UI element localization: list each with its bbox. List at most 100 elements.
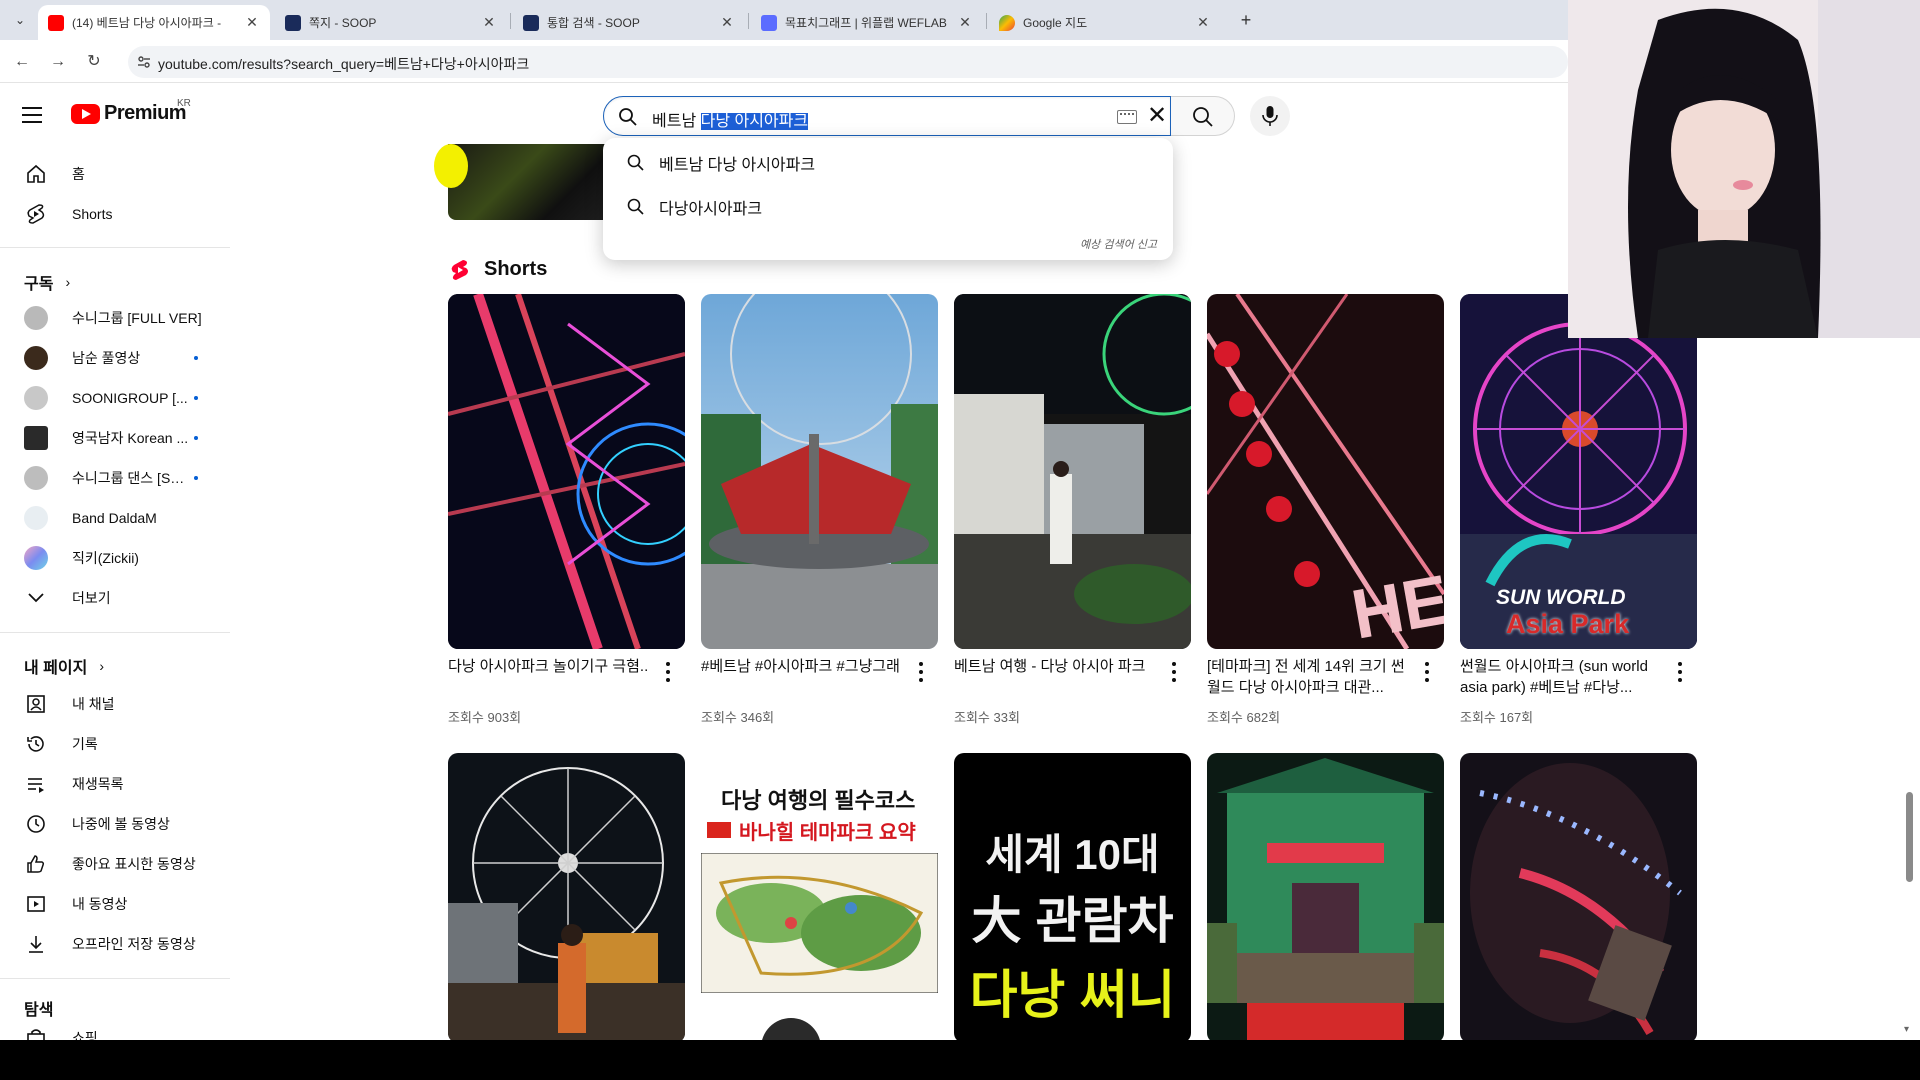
youtube-logo[interactable]: Premium	[71, 102, 187, 125]
clear-search-button[interactable]: ✕	[1144, 103, 1170, 129]
sidebar-item-shopping[interactable]: 쇼핑	[12, 1018, 218, 1040]
sidebar-subscription[interactable]: 직키(Zickii)	[12, 538, 218, 578]
address-bar[interactable]: youtube.com/results?search_query=베트남+다낭+…	[128, 46, 1568, 78]
sidebar-item-shorts[interactable]: Shorts	[12, 194, 218, 234]
site-settings-icon[interactable]	[136, 54, 152, 70]
home-icon	[24, 162, 48, 186]
more-options-icon[interactable]	[1672, 662, 1688, 682]
sidebar-subscription[interactable]: Band DaldaM	[12, 498, 218, 538]
download-icon	[24, 932, 48, 956]
sidebar-subscription[interactable]: 남순 풀영상	[12, 338, 218, 378]
short-card[interactable]	[1207, 753, 1444, 1040]
short-card[interactable]: #베트남 #아시아파크 #그냥그래 조회수 346회	[701, 294, 938, 725]
search-button[interactable]	[1171, 96, 1235, 136]
short-title[interactable]: 다낭 아시아파크 놀이기구 극혐..	[448, 656, 653, 677]
short-views: 조회수 346회	[701, 710, 775, 725]
sidebar-subscription[interactable]: 영국남자 Korean ...	[12, 418, 218, 458]
search-suggestion[interactable]: 베트남 다낭 아시아파크	[603, 145, 1173, 181]
keyboard-icon[interactable]	[1117, 110, 1137, 124]
short-title[interactable]: #베트남 #아시아파크 #그냥그래	[701, 656, 906, 677]
forward-icon[interactable]: →	[46, 50, 70, 74]
sidebar-item-watch-later[interactable]: 나중에 볼 동영상	[12, 804, 218, 844]
maps-favicon-icon	[999, 14, 1015, 31]
tab-close-icon[interactable]: ✕	[719, 14, 735, 31]
sidebar-show-more[interactable]: 더보기	[12, 578, 218, 618]
more-options-icon[interactable]	[1419, 662, 1435, 682]
bottom-black-bar	[0, 1040, 1920, 1080]
short-card[interactable]	[1460, 753, 1697, 1040]
short-thumbnail[interactable]	[701, 294, 938, 649]
sidebar-subscription[interactable]: 수니그룹 [FULL VER]	[12, 298, 218, 338]
short-card[interactable]	[448, 753, 685, 1040]
more-options-icon[interactable]	[913, 662, 929, 682]
new-content-dot	[194, 356, 198, 360]
sidebar-item-playlists[interactable]: 재생목록	[12, 764, 218, 804]
tab-soop-messages[interactable]: 쪽지 - SOOP ✕	[275, 5, 507, 40]
short-thumbnail[interactable]	[954, 294, 1191, 649]
short-thumbnail[interactable]: SUN WORLD Asia Park	[1460, 294, 1697, 649]
voice-search-button[interactable]	[1250, 96, 1290, 136]
subscriptions-heading[interactable]: 구독 ›	[24, 270, 70, 294]
page-scrollbar[interactable]	[1906, 792, 1913, 882]
report-suggestions-link[interactable]: 예상 검색어 신고	[1080, 236, 1157, 252]
sidebar-item-my-videos[interactable]: 내 동영상	[12, 884, 218, 924]
tab-weflab[interactable]: 목표치그래프 | 위플랩 WEFLAB ✕	[751, 5, 983, 40]
sidebar-item-history[interactable]: 기록	[12, 724, 218, 764]
short-title[interactable]: [테마파크] 전 세계 14위 크기 썬월드 다낭 아시아파크 대관...	[1207, 656, 1412, 698]
tab-close-icon[interactable]: ✕	[957, 14, 973, 31]
watch-later-icon	[24, 812, 48, 836]
short-card[interactable]: 다낭 여행의 필수코스 바나힐 테마파크 요약	[701, 753, 938, 1040]
weflab-favicon-icon	[761, 14, 777, 31]
more-options-icon[interactable]	[1166, 662, 1182, 682]
short-title[interactable]: 썬월드 아시아파크 (sun world asia park) #베트남 #다낭…	[1460, 656, 1665, 698]
tab-title: 목표치그래프 | 위플랩 WEFLAB	[785, 16, 947, 30]
thumbnail-caption: 大 관람차	[971, 893, 1174, 949]
sidebar-item-downloads[interactable]: 오프라인 저장 동영상	[12, 924, 218, 964]
search-input[interactable]: 베트남 다낭 아시아파크 ✕	[603, 96, 1171, 136]
short-views: 조회수 682회	[1207, 710, 1281, 725]
sidebar-item-home[interactable]: 홈	[12, 154, 218, 194]
more-options-icon[interactable]	[660, 662, 676, 682]
avatar	[24, 306, 48, 330]
short-card[interactable]: 세계 10대 大 관람차 다낭 써니힐	[954, 753, 1191, 1040]
scroll-down-arrow-icon[interactable]: ▾	[1904, 1024, 1909, 1035]
short-card[interactable]: HEE [테마파크] 전 세계 14위 크기 썬월드 다낭 아시아파크 대관..…	[1207, 294, 1444, 725]
soop-favicon-icon	[285, 14, 301, 31]
tab-close-icon[interactable]: ✕	[1195, 14, 1211, 31]
tab-close-icon[interactable]: ✕	[244, 14, 260, 31]
reload-icon[interactable]: ↻	[82, 50, 106, 74]
sidebar-subscription[interactable]: 수니그룹 댄스 [SO...	[12, 458, 218, 498]
tab-close-icon[interactable]: ✕	[481, 14, 497, 31]
tab-youtube[interactable]: (14) 베트남 다낭 아시아파크 - ✕	[38, 5, 270, 40]
tab-soop-search[interactable]: 통합 검색 - SOOP ✕	[513, 5, 745, 40]
short-title[interactable]: 베트남 여행 - 다낭 아시아 파크	[954, 656, 1159, 677]
short-card[interactable]: SUN WORLD Asia Park 썬월드 아시아파크 (sun world…	[1460, 294, 1697, 725]
short-thumbnail[interactable]: 세계 10대 大 관람차 다낭 써니힐	[954, 753, 1191, 1040]
back-icon[interactable]: ←	[10, 50, 34, 74]
mypage-heading[interactable]: 내 페이지 ›	[24, 654, 104, 678]
search-suggestion[interactable]: 다낭아시아파크	[603, 189, 1173, 225]
short-thumbnail[interactable]	[448, 753, 685, 1040]
tab-search-chevron-icon[interactable]: ⌄	[8, 8, 32, 32]
my-videos-icon	[24, 892, 48, 916]
short-thumbnail[interactable]	[1207, 753, 1444, 1040]
sun-world-logo-text: SUN WORLD	[1496, 586, 1626, 609]
sidebar-item-my-channel[interactable]: 내 채널	[12, 684, 218, 724]
sidebar-subscription[interactable]: SOONIGROUP [...	[12, 378, 218, 418]
short-thumbnail[interactable]	[448, 294, 685, 649]
vietnam-flag-icon	[707, 822, 731, 838]
shorts-icon	[24, 202, 48, 226]
menu-icon[interactable]	[22, 104, 46, 124]
youtube-favicon-icon	[48, 14, 64, 31]
sidebar-item-liked[interactable]: 좋아요 표시한 동영상	[12, 844, 218, 884]
short-card[interactable]: 베트남 여행 - 다낭 아시아 파크 조회수 33회	[954, 294, 1191, 725]
short-thumbnail[interactable]	[1460, 753, 1697, 1040]
tab-title: 쪽지 - SOOP	[309, 16, 377, 30]
avatar	[24, 346, 48, 370]
short-thumbnail[interactable]: 다낭 여행의 필수코스 바나힐 테마파크 요약	[701, 753, 938, 1040]
new-tab-button[interactable]: +	[1234, 8, 1258, 32]
tab-google-maps[interactable]: Google 지도 ✕	[989, 5, 1221, 40]
short-thumbnail[interactable]: HEE	[1207, 294, 1444, 649]
search-icon	[1193, 107, 1213, 127]
short-card[interactable]: 다낭 아시아파크 놀이기구 극혐.. 조회수 903회	[448, 294, 685, 725]
